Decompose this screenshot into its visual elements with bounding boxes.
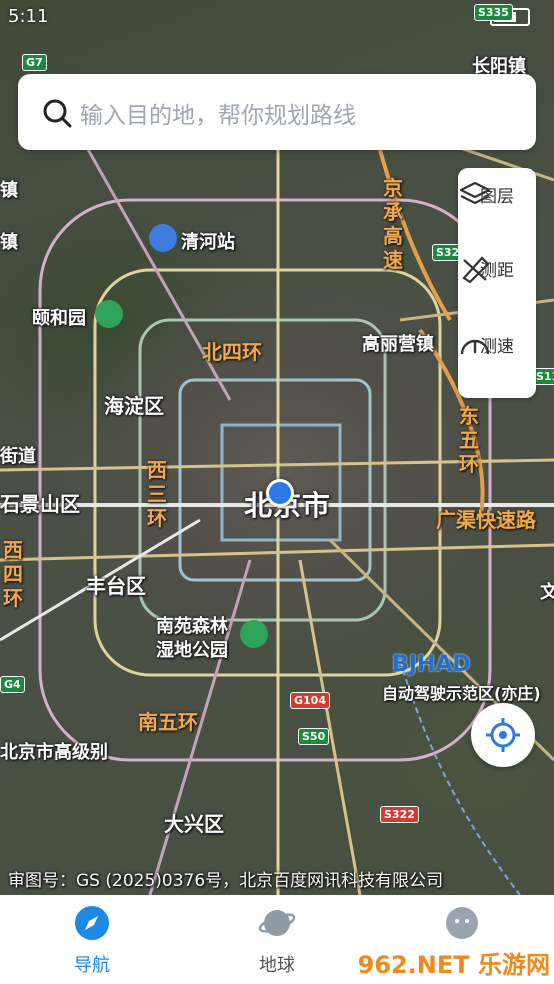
road-label: 东五环 [459, 404, 479, 476]
tab-navigation[interactable]: 导航 [32, 905, 152, 977]
layers-button[interactable]: 图层 [458, 180, 536, 207]
train-station-icon[interactable] [149, 224, 177, 252]
edge-label: 街道 [0, 446, 36, 467]
road-label: 北四环 [202, 340, 262, 364]
measure-distance-button[interactable]: 测距 [458, 254, 536, 284]
road-label: 京承高速 [383, 176, 403, 272]
place-label[interactable]: 南苑森林 [156, 612, 228, 638]
map-tools-panel: 图层 测距 测速 [458, 168, 536, 398]
park-icon[interactable] [95, 300, 123, 328]
status-time: 5:11 [8, 6, 49, 27]
bottom-tab-bar: 导航 地球 962.NET 乐游网 [0, 895, 554, 984]
tab-label: 地球 [259, 955, 295, 976]
search-icon [43, 99, 72, 128]
planet-icon [258, 910, 296, 936]
park-icon[interactable] [240, 620, 268, 648]
tab-earth[interactable]: 地球 [217, 905, 337, 977]
bjhad-logo: BJHAD [392, 652, 471, 677]
crosshair-icon [486, 718, 520, 752]
road-label: 广渠快速路 [436, 508, 536, 532]
road-label: 西四环 [3, 538, 23, 610]
search-bar[interactable]: 输入目的地，帮你规划路线 [18, 74, 536, 150]
highway-shield: S322 [380, 806, 419, 823]
place-label: 高丽营镇 [362, 334, 434, 355]
road-label: 南五环 [138, 710, 198, 734]
district-label: 大兴区 [164, 812, 224, 836]
layers-icon [459, 181, 491, 205]
search-placeholder: 输入目的地，帮你规划路线 [80, 103, 356, 129]
road-label: 西三环 [147, 458, 167, 530]
edge-label: 镇 [0, 180, 18, 201]
place-label: 自动驾驶示范区(亦庄) [382, 684, 541, 703]
tab-label: 导航 [74, 955, 110, 976]
profile-icon [446, 907, 478, 939]
place-label[interactable]: 湿地公园 [156, 636, 228, 662]
site-watermark: 962.NET 乐游网 [357, 951, 550, 979]
satellite-map[interactable]: 5:11 长阳镇 镇 镇 清河站 颐和园 高丽营镇 海淀区 街道 石景山区 北京… [0, 0, 554, 895]
speedometer-icon [460, 339, 490, 355]
ruler-icon [462, 256, 490, 284]
district-label: 丰台区 [86, 574, 146, 598]
compass-icon [75, 906, 109, 940]
highway-shield: G7 [22, 54, 47, 71]
district-label: 石景山区 [0, 492, 80, 516]
place-label: 北京市高级别 [0, 742, 108, 763]
highway-shield: S335 [474, 4, 513, 21]
highway-shield: G104 [290, 692, 330, 709]
place-label[interactable]: 清河站 [181, 228, 235, 254]
locate-me-button[interactable] [471, 703, 535, 767]
highway-shield: S50 [298, 728, 330, 745]
place-label[interactable]: 颐和园 [32, 304, 86, 330]
edge-label: 镇 [0, 232, 18, 253]
measure-speed-button[interactable]: 测速 [458, 330, 536, 357]
highway-shield: G4 [0, 676, 25, 693]
district-label: 海淀区 [104, 394, 164, 418]
current-location-marker [266, 479, 294, 507]
map-approval-notice: 审图号：GS (2025)0376号，北京百度网讯科技有限公司 [8, 871, 444, 891]
edge-label: 文 [540, 582, 554, 603]
